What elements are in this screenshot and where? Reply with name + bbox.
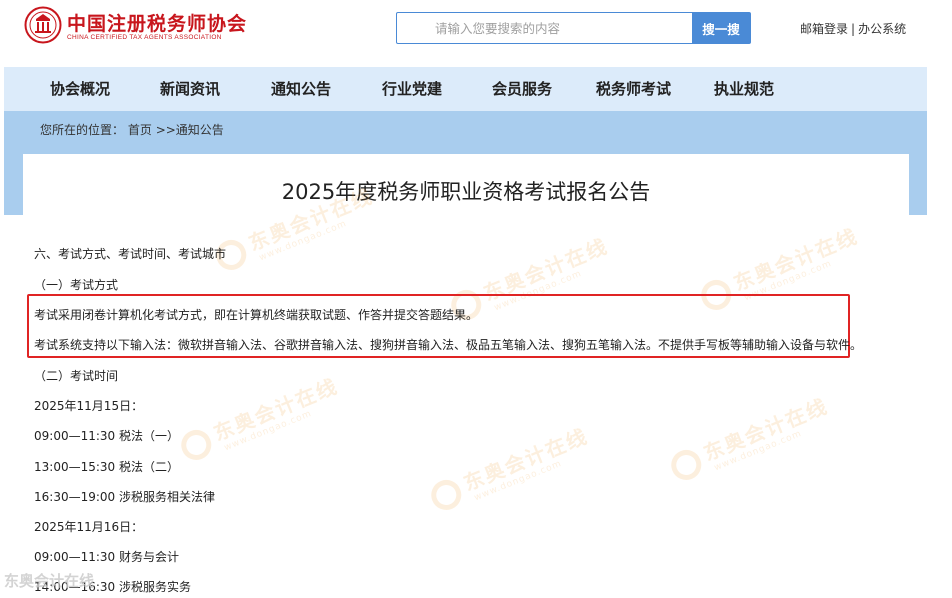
exam-session: 09:00—11:30 财务与会计 bbox=[34, 550, 179, 564]
exam-session: 16:30—19:00 涉税服务相关法律 bbox=[34, 490, 215, 504]
watermark: 东奥会计在线 www.dongao.com bbox=[170, 364, 342, 485]
subsection-heading: （一）考试方式 bbox=[34, 278, 119, 292]
nav-item-member[interactable]: 会员服务 bbox=[492, 67, 552, 111]
breadcrumb-home-link[interactable]: 首页 bbox=[128, 123, 152, 137]
watermark-logo-icon bbox=[666, 445, 706, 485]
paragraph: 考试系统支持以下输入法：微软拼音输入法、谷歌拼音输入法、搜狗拼音输入法、极品五笔… bbox=[34, 338, 863, 352]
link-separator: | bbox=[851, 22, 856, 36]
corner-watermark: 东奥会计在线 bbox=[4, 572, 95, 590]
office-system-link[interactable]: 办公系统 bbox=[858, 22, 906, 36]
nav-item-party[interactable]: 行业党建 bbox=[382, 67, 442, 111]
watermark-text: 东奥会计在线 bbox=[700, 393, 832, 466]
paragraph: 考试采用闭卷计算机化考试方式，即在计算机终端获取试题、作答并提交答题结果。 bbox=[34, 308, 479, 322]
association-emblem-icon[interactable] bbox=[24, 6, 62, 44]
search-input[interactable] bbox=[397, 13, 692, 43]
nav-item-notices[interactable]: 通知公告 bbox=[271, 67, 331, 111]
watermark-text: 东奥会计在线 bbox=[460, 423, 592, 496]
watermark-url: www.dongao.com bbox=[472, 458, 564, 504]
exam-session: 09:00—11:30 税法（一） bbox=[34, 429, 179, 443]
exam-date: 2025年11月16日： bbox=[34, 520, 144, 534]
watermark: 东奥会计在线 www.dongao.com bbox=[420, 414, 592, 535]
breadcrumb: 您所在的位置： 首页 >>通知公告 bbox=[40, 121, 224, 138]
breadcrumb-separator: >> bbox=[155, 123, 176, 137]
watermark: 东奥会计在线 www.dongao.com bbox=[660, 384, 832, 505]
watermark-url: www.dongao.com bbox=[257, 218, 349, 264]
logo-title[interactable]: 中国注册税务师协会 bbox=[67, 9, 247, 36]
page-title: 2025年度税务师职业资格考试报名公告 bbox=[281, 180, 651, 204]
site-header: 中国注册税务师协会 CHINA CERTIFIED TAX AGENTS ASS… bbox=[0, 0, 952, 66]
main-nav: 协会概况 新闻资讯 通知公告 行业党建 会员服务 税务师考试 执业规范 bbox=[4, 67, 927, 111]
watermark-url: www.dongao.com bbox=[222, 408, 314, 454]
nav-item-news[interactable]: 新闻资讯 bbox=[160, 67, 220, 111]
nav-item-about[interactable]: 协会概况 bbox=[50, 67, 110, 111]
exam-date: 2025年11月15日： bbox=[34, 399, 144, 413]
title-panel: 2025年度税务师职业资格考试报名公告 bbox=[23, 154, 909, 215]
watermark-logo-icon bbox=[426, 475, 466, 515]
breadcrumb-prefix: 您所在的位置： bbox=[40, 123, 125, 137]
subsection-heading: （二）考试时间 bbox=[34, 369, 119, 383]
logo-subtitle: CHINA CERTIFIED TAX AGENTS ASSOCIATION bbox=[67, 34, 222, 41]
watermark-url: www.dongao.com bbox=[712, 428, 804, 474]
nav-item-exam[interactable]: 税务师考试 bbox=[596, 67, 671, 111]
top-links: 邮箱登录 | 办公系统 bbox=[800, 20, 906, 37]
search-box: 搜一搜 bbox=[396, 12, 751, 44]
breadcrumb-current-link[interactable]: 通知公告 bbox=[176, 123, 224, 137]
watermark-text: 东奥会计在线 bbox=[210, 373, 342, 446]
nav-item-standards[interactable]: 执业规范 bbox=[714, 67, 774, 111]
mail-login-link[interactable]: 邮箱登录 bbox=[800, 22, 848, 36]
search-button[interactable]: 搜一搜 bbox=[692, 13, 750, 43]
watermark-logo-icon bbox=[176, 425, 216, 465]
exam-session: 13:00—15:30 税法（二） bbox=[34, 460, 179, 474]
section-heading: 六、考试方式、考试时间、考试城市 bbox=[34, 247, 227, 261]
watermark-text: 东奥会计在线 bbox=[730, 223, 862, 296]
